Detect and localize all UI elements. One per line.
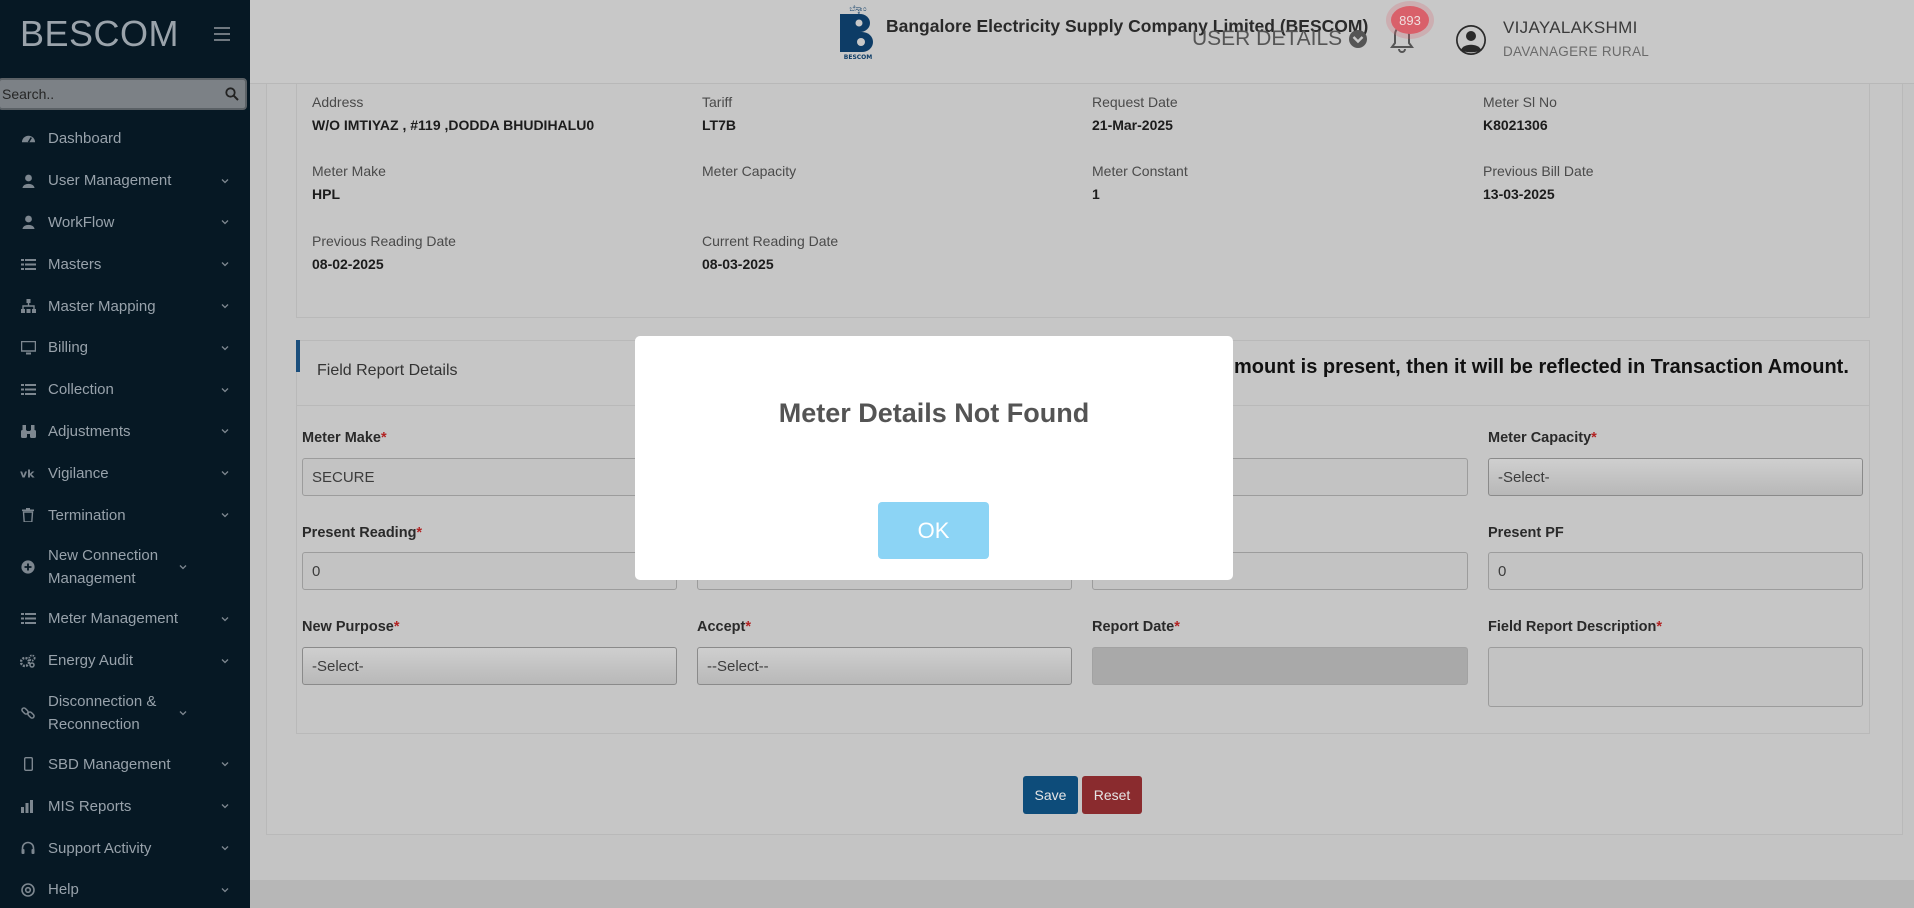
- ok-button[interactable]: OK: [878, 502, 989, 559]
- alert-dialog: Meter Details Not Found OK: [635, 336, 1233, 580]
- alert-title: Meter Details Not Found: [778, 398, 1090, 428]
